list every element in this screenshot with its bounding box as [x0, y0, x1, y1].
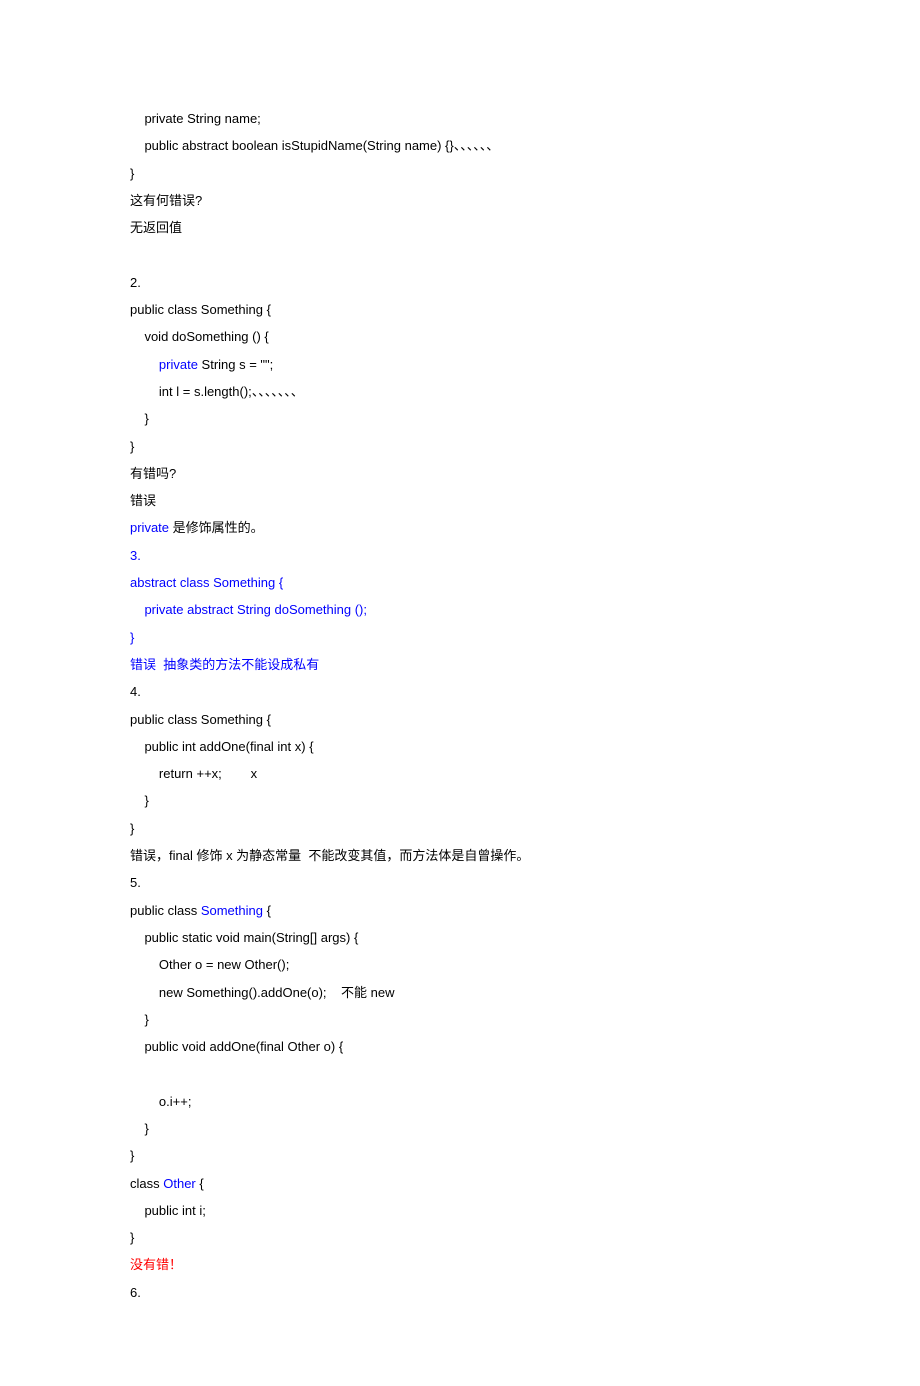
text-segment: 4.: [130, 684, 141, 699]
code-line: 4.: [130, 678, 790, 705]
text-segment: }: [130, 821, 134, 836]
text-segment: 有错吗?: [130, 466, 176, 481]
code-line: 错误: [130, 487, 790, 514]
text-segment: public void addOne(final Other o) {: [144, 1039, 343, 1054]
text-segment: private String name;: [144, 111, 260, 126]
text-segment: 没有错！: [130, 1257, 182, 1272]
code-line: class Other {: [130, 1170, 790, 1197]
text-segment: Something: [201, 903, 263, 918]
text-segment: String s = "";: [198, 357, 273, 372]
code-line: private 是修饰属性的。: [130, 514, 790, 541]
text-segment: void doSomething () {: [144, 329, 268, 344]
code-line: }: [130, 787, 790, 814]
code-line: Other o = new Other();: [130, 951, 790, 978]
code-line: }: [130, 1006, 790, 1033]
text-segment: 3.: [130, 548, 141, 563]
code-line: }: [130, 1142, 790, 1169]
text-segment: }: [144, 1121, 148, 1136]
text-segment: private abstract String doSomething ();: [144, 602, 367, 617]
document-page: private String name; public abstract boo…: [0, 0, 920, 1386]
text-segment: }: [144, 1012, 148, 1027]
text-segment: }: [130, 439, 134, 454]
code-line: 错误，final 修饰 x 为静态常量 不能改变其值，而方法体是自曾操作。: [130, 842, 790, 869]
text-segment: public abstract boolean isStupidName(Str…: [144, 138, 499, 153]
text-segment: public class Something {: [130, 302, 271, 317]
code-line: public class Something {: [130, 296, 790, 323]
text-segment: [130, 1066, 134, 1081]
code-line: [130, 241, 790, 268]
text-segment: }: [130, 1148, 134, 1163]
code-line: }: [130, 815, 790, 842]
text-segment: class: [130, 1176, 163, 1191]
code-line: 错误 抽象类的方法不能设成私有: [130, 651, 790, 678]
code-line: }: [130, 160, 790, 187]
code-line: public static void main(String[] args) {: [130, 924, 790, 951]
text-segment: o.i++;: [159, 1094, 192, 1109]
code-line: abstract class Something {: [130, 569, 790, 596]
code-line: }: [130, 1115, 790, 1142]
code-line: return ++x; x: [130, 760, 790, 787]
text-segment: 错误 抽象类的方法不能设成私有: [130, 657, 319, 672]
text-segment: abstract class Something {: [130, 575, 283, 590]
code-line: }: [130, 433, 790, 460]
text-segment: [130, 247, 134, 262]
text-segment: 无返回值: [130, 220, 182, 235]
code-line: public class Something {: [130, 897, 790, 924]
code-line: 无返回值: [130, 214, 790, 241]
code-line: void doSomething () {: [130, 323, 790, 350]
text-segment: 2.: [130, 275, 141, 290]
code-line: int l = s.length();、、、、、、、: [130, 378, 790, 405]
text-segment: 5.: [130, 875, 141, 890]
text-segment: int l = s.length();、、、、、、、: [159, 384, 304, 399]
code-line: 这有何错误?: [130, 187, 790, 214]
code-line: public int i;: [130, 1197, 790, 1224]
code-line: private String name;: [130, 105, 790, 132]
text-segment: {: [196, 1176, 204, 1191]
code-line: 2.: [130, 269, 790, 296]
code-line: public abstract boolean isStupidName(Str…: [130, 132, 790, 159]
text-segment: new Something().addOne(o); 不能 new: [159, 985, 395, 1000]
code-line: [130, 1060, 790, 1087]
text-segment: 错误: [130, 493, 156, 508]
code-line: }: [130, 1224, 790, 1251]
code-line: public int addOne(final int x) {: [130, 733, 790, 760]
text-segment: private: [130, 520, 173, 535]
code-line: }: [130, 405, 790, 432]
code-line: new Something().addOne(o); 不能 new: [130, 979, 790, 1006]
text-segment: private: [159, 357, 198, 372]
text-segment: public static void main(String[] args) {: [144, 930, 358, 945]
text-segment: }: [130, 1230, 134, 1245]
code-line: }: [130, 624, 790, 651]
text-segment: }: [144, 793, 148, 808]
code-line: public void addOne(final Other o) {: [130, 1033, 790, 1060]
text-segment: Other: [163, 1176, 196, 1191]
code-line: 没有错！: [130, 1251, 790, 1278]
text-segment: public int i;: [144, 1203, 205, 1218]
text-segment: 错误，final 修饰 x 为静态常量 不能改变其值，而方法体是自曾操作。: [130, 848, 529, 863]
code-line: public class Something {: [130, 706, 790, 733]
text-segment: 这有何错误?: [130, 193, 202, 208]
text-segment: public int addOne(final int x) {: [144, 739, 313, 754]
text-segment: }: [130, 166, 134, 181]
code-line: o.i++;: [130, 1088, 790, 1115]
text-segment: 是修饰属性的。: [173, 520, 264, 535]
text-segment: Other o = new Other();: [159, 957, 289, 972]
code-line: private String s = "";: [130, 351, 790, 378]
text-segment: {: [263, 903, 271, 918]
document-content: private String name; public abstract boo…: [130, 105, 790, 1306]
text-segment: return ++x; x: [159, 766, 257, 781]
text-segment: 6.: [130, 1285, 141, 1300]
code-line: 3.: [130, 542, 790, 569]
code-line: 5.: [130, 869, 790, 896]
text-segment: public class Something {: [130, 712, 271, 727]
text-segment: }: [130, 630, 134, 645]
code-line: private abstract String doSomething ();: [130, 596, 790, 623]
text-segment: public class: [130, 903, 201, 918]
text-segment: }: [144, 411, 148, 426]
code-line: 有错吗?: [130, 460, 790, 487]
